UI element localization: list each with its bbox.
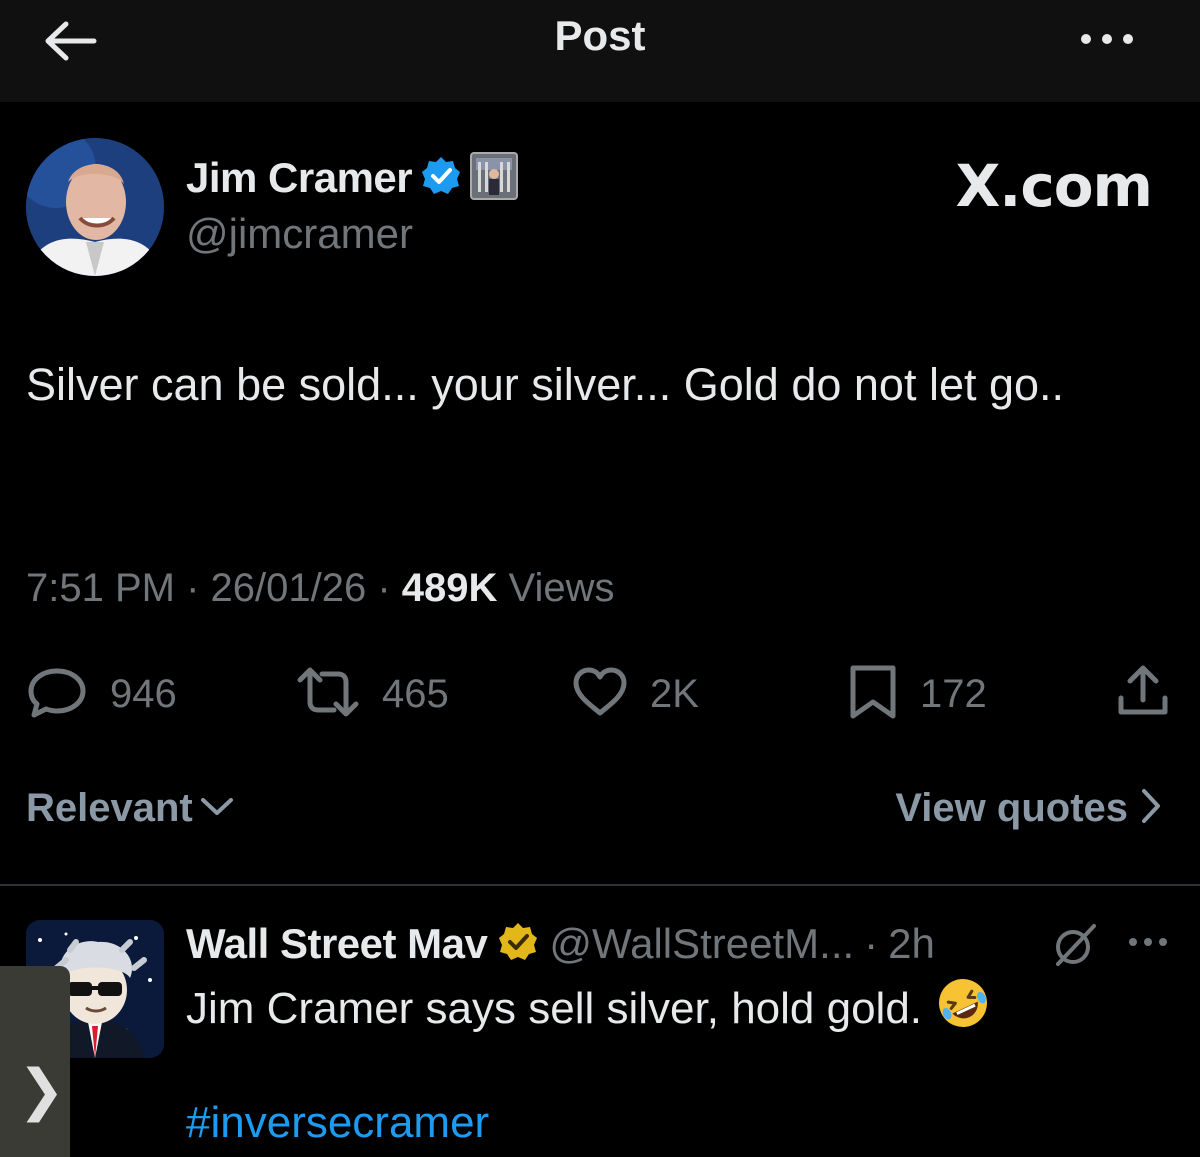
post-date[interactable]: 26/01/26: [211, 566, 367, 610]
hashtag-link[interactable]: #inversecramer: [186, 1098, 489, 1148]
reply-separator: ·: [864, 920, 879, 967]
reply-author-handle[interactable]: @WallStreetM...: [549, 920, 854, 968]
reply-text-row: Jim Cramer says sell silver, hold gold.: [186, 976, 990, 1041]
post-text: Silver can be sold... your silver... Gol…: [26, 359, 1065, 410]
author-handle[interactable]: @jimcramer: [186, 210, 413, 258]
view-quotes-link[interactable]: View quotes: [895, 786, 1162, 831]
chevron-down-icon: [199, 794, 235, 823]
chevron-right-icon: [1140, 787, 1162, 830]
grok-icon[interactable]: [1050, 920, 1100, 970]
reply-header: Wall Street Mav @WallStreetM... · 2h: [186, 916, 935, 972]
reply-author-name[interactable]: Wall Street Mav: [186, 920, 488, 968]
reply-time[interactable]: 2h: [888, 920, 935, 968]
verified-badge-icon: [420, 155, 462, 202]
author-display-name[interactable]: Jim Cramer: [186, 154, 413, 202]
heart-icon: [572, 666, 628, 723]
meta-separator: ·: [174, 566, 211, 610]
bookmark-button[interactable]: 172: [848, 664, 987, 725]
share-button[interactable]: [1116, 664, 1170, 725]
reply-icon: [26, 666, 88, 723]
bookmark-count: 172: [920, 671, 987, 716]
repost-icon: [296, 666, 360, 723]
views-count: 489K: [401, 566, 498, 610]
affiliation-badge-icon[interactable]: [470, 151, 519, 205]
divider: [0, 884, 1200, 886]
meta-separator: ·: [366, 566, 402, 610]
post-meta: 7:51 PM · 26/01/26 · 489K Views: [26, 566, 614, 611]
repost-button[interactable]: 465: [296, 666, 449, 722]
like-button[interactable]: 2K: [572, 666, 699, 722]
x-com-watermark: X.com: [955, 152, 1153, 220]
reply-button[interactable]: 946: [26, 666, 177, 722]
more-options-icon[interactable]: [1074, 24, 1140, 54]
replies-sort-dropdown[interactable]: Relevant: [26, 786, 235, 831]
bookmark-icon: [848, 664, 898, 725]
view-quotes-label: View quotes: [895, 786, 1128, 830]
author-avatar[interactable]: [26, 138, 164, 276]
reply-count: 946: [110, 671, 177, 716]
sort-label: Relevant: [26, 786, 193, 830]
share-icon: [1116, 664, 1170, 725]
verified-gold-badge-icon: [497, 921, 539, 968]
chevron-right-icon[interactable]: ❯: [18, 1058, 65, 1123]
repost-count: 465: [382, 671, 449, 716]
page-title: Post: [554, 12, 646, 59]
reply-more-options-icon[interactable]: [1126, 930, 1170, 954]
reply-text: Jim Cramer says sell silver, hold gold.: [186, 983, 923, 1033]
author-name-row: Jim Cramer: [186, 150, 519, 206]
views-label: Views: [497, 566, 615, 610]
top-navigation-bar: Post: [0, 0, 1200, 102]
rolling-laughing-emoji-icon: [936, 976, 990, 1041]
post-time[interactable]: 7:51 PM: [26, 566, 175, 610]
like-count: 2K: [650, 671, 699, 716]
